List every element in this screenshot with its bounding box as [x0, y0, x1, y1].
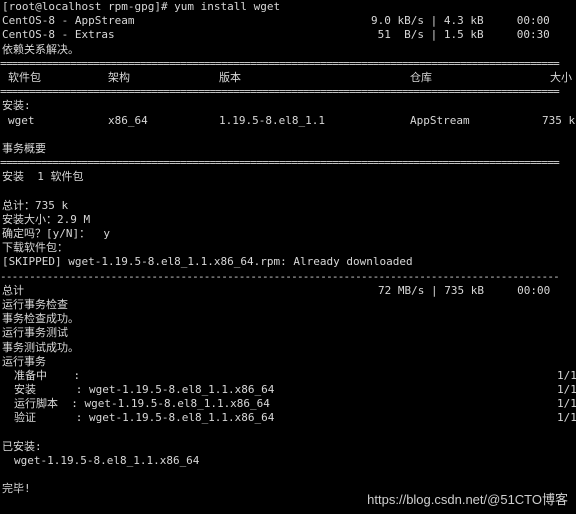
terminal-text: 安装 1 软件包: [2, 170, 84, 184]
terminal-text: 1/1: [557, 411, 576, 425]
terminal-text: 1.19.5-8.el8_1.1: [219, 113, 325, 127]
terminal-line: 运行事务: [0, 355, 576, 369]
terminal-text: 确定吗？[y/N]： y: [2, 227, 110, 240]
terminal-text: [root@localhost rpm-gpg]# yum install wg…: [2, 0, 281, 13]
terminal-line: 运行事务检查: [0, 298, 576, 312]
terminal-text: 依赖关系解决。: [2, 42, 79, 56]
terminal-line: 软件包 架构 版本 仓库 大小: [0, 71, 576, 85]
terminal-line: 下载软件包：: [0, 241, 576, 255]
terminal-text: 72 MB/s | 735 kB 00:00: [378, 283, 551, 297]
terminal-text: 9.0 kB/s | 4.3 kB 00:00: [371, 14, 550, 28]
terminal-text: 总计：735 k: [2, 198, 69, 212]
terminal-text: 事务检查成功。: [2, 312, 79, 326]
terminal-text: 51 B/s | 1.5 kB 00:30: [371, 28, 550, 42]
terminal-line: wget x86_64 1.19.5-8.el8_1.1 AppStream 735 k: [0, 114, 576, 128]
terminal-line: 运行事务测试: [0, 326, 576, 340]
terminal-text: 1/1: [557, 397, 576, 411]
terminal-line: 总计：735 k: [0, 199, 576, 213]
terminal-text: 仓库: [410, 70, 432, 84]
terminal-text: 安装大小：2.9 M: [2, 212, 91, 226]
terminal-text: 运行事务测试: [2, 326, 68, 340]
terminal-text: 运行事务: [2, 354, 46, 368]
terminal-line: 安装大小：2.9 M: [0, 213, 576, 227]
terminal-line: 事务检查成功。: [0, 312, 576, 326]
separator-rule: ========================================…: [0, 156, 560, 170]
terminal-line: [root@localhost rpm-gpg]# yum install wg…: [0, 0, 576, 14]
terminal-text: 验证 : wget-1.19.5-8.el8_1.1.x86_64: [14, 411, 275, 425]
terminal-text: 准备中 :: [14, 368, 81, 382]
terminal-text: CentOS-8 - Extras: [2, 28, 115, 42]
terminal-text: 事务测试成功。: [2, 340, 79, 354]
terminal-line: 安装:: [0, 99, 576, 113]
terminal-text: 已安装:: [2, 439, 42, 453]
terminal-text: x86_64: [108, 113, 148, 127]
terminal-text: 事务概要: [2, 141, 46, 155]
terminal-text: 下载软件包：: [2, 241, 68, 255]
terminal-text: wget: [8, 113, 35, 127]
terminal-text: 软件包: [8, 70, 41, 84]
terminal-text: 运行事务检查: [2, 297, 68, 311]
terminal-line: ========================================…: [0, 85, 576, 99]
terminal-line: 事务概要: [0, 142, 576, 156]
terminal-line: wget-1.19.5-8.el8_1.1.x86_64: [0, 454, 576, 468]
separator-rule: ========================================…: [0, 85, 560, 99]
terminal-text: AppStream: [410, 113, 470, 127]
terminal-line: 准备中 : 1/1: [0, 369, 576, 383]
terminal-text: CentOS-8 - AppStream: [2, 14, 135, 28]
separator-rule: ----------------------------------------…: [0, 269, 560, 283]
terminal-text: [SKIPPED] wget-1.19.5-8.el8_1.1.x86_64.r…: [2, 255, 413, 269]
terminal-text: 版本: [219, 70, 241, 84]
terminal-text: 大小: [550, 70, 572, 84]
watermark-text: https://blog.csdn.net/@51CTO博客: [367, 492, 568, 507]
terminal-text: 1/1: [557, 368, 576, 382]
terminal-text: 735 k: [542, 113, 576, 127]
terminal-text: 安装 : wget-1.19.5-8.el8_1.1.x86_64: [14, 383, 275, 397]
terminal-text: wget-1.19.5-8.el8_1.1.x86_64: [14, 454, 200, 467]
terminal-line: 运行脚本 : wget-1.19.5-8.el8_1.1.x86_64 1/1: [0, 397, 576, 411]
terminal-line: 验证 : wget-1.19.5-8.el8_1.1.x86_64 1/1: [0, 411, 576, 425]
terminal-line: 依赖关系解决。: [0, 43, 576, 57]
separator-rule: ========================================…: [0, 56, 560, 70]
terminal-text: 1/1: [557, 383, 576, 397]
terminal-line: 安装 1 软件包: [0, 170, 576, 184]
terminal-line: 事务测试成功。: [0, 341, 576, 355]
terminal-line: ========================================…: [0, 156, 576, 170]
terminal-line: CentOS-8 - Extras 51 B/s | 1.5 kB 00:30: [0, 28, 576, 42]
terminal-text: 运行脚本 : wget-1.19.5-8.el8_1.1.x86_64: [14, 397, 270, 411]
terminal-line: 已安装:: [0, 440, 576, 454]
terminal-line: ========================================…: [0, 57, 576, 71]
terminal-text: 完毕!: [2, 482, 31, 496]
terminal-text: 总计: [2, 283, 24, 297]
terminal-line: ----------------------------------------…: [0, 270, 576, 284]
terminal-line: 确定吗？[y/N]： y: [0, 227, 576, 241]
terminal-line: 总计 72 MB/s | 735 kB 00:00: [0, 284, 576, 298]
terminal-window[interactable]: [root@localhost rpm-gpg]# yum install wg…: [0, 0, 576, 514]
terminal-text: 安装:: [2, 99, 31, 113]
terminal-line: CentOS-8 - AppStream 9.0 kB/s | 4.3 kB 00…: [0, 14, 576, 28]
terminal-line: [SKIPPED] wget-1.19.5-8.el8_1.1.x86_64.r…: [0, 255, 576, 269]
terminal-text: 架构: [108, 70, 130, 84]
terminal-line: 安装 : wget-1.19.5-8.el8_1.1.x86_64 1/1: [0, 383, 576, 397]
